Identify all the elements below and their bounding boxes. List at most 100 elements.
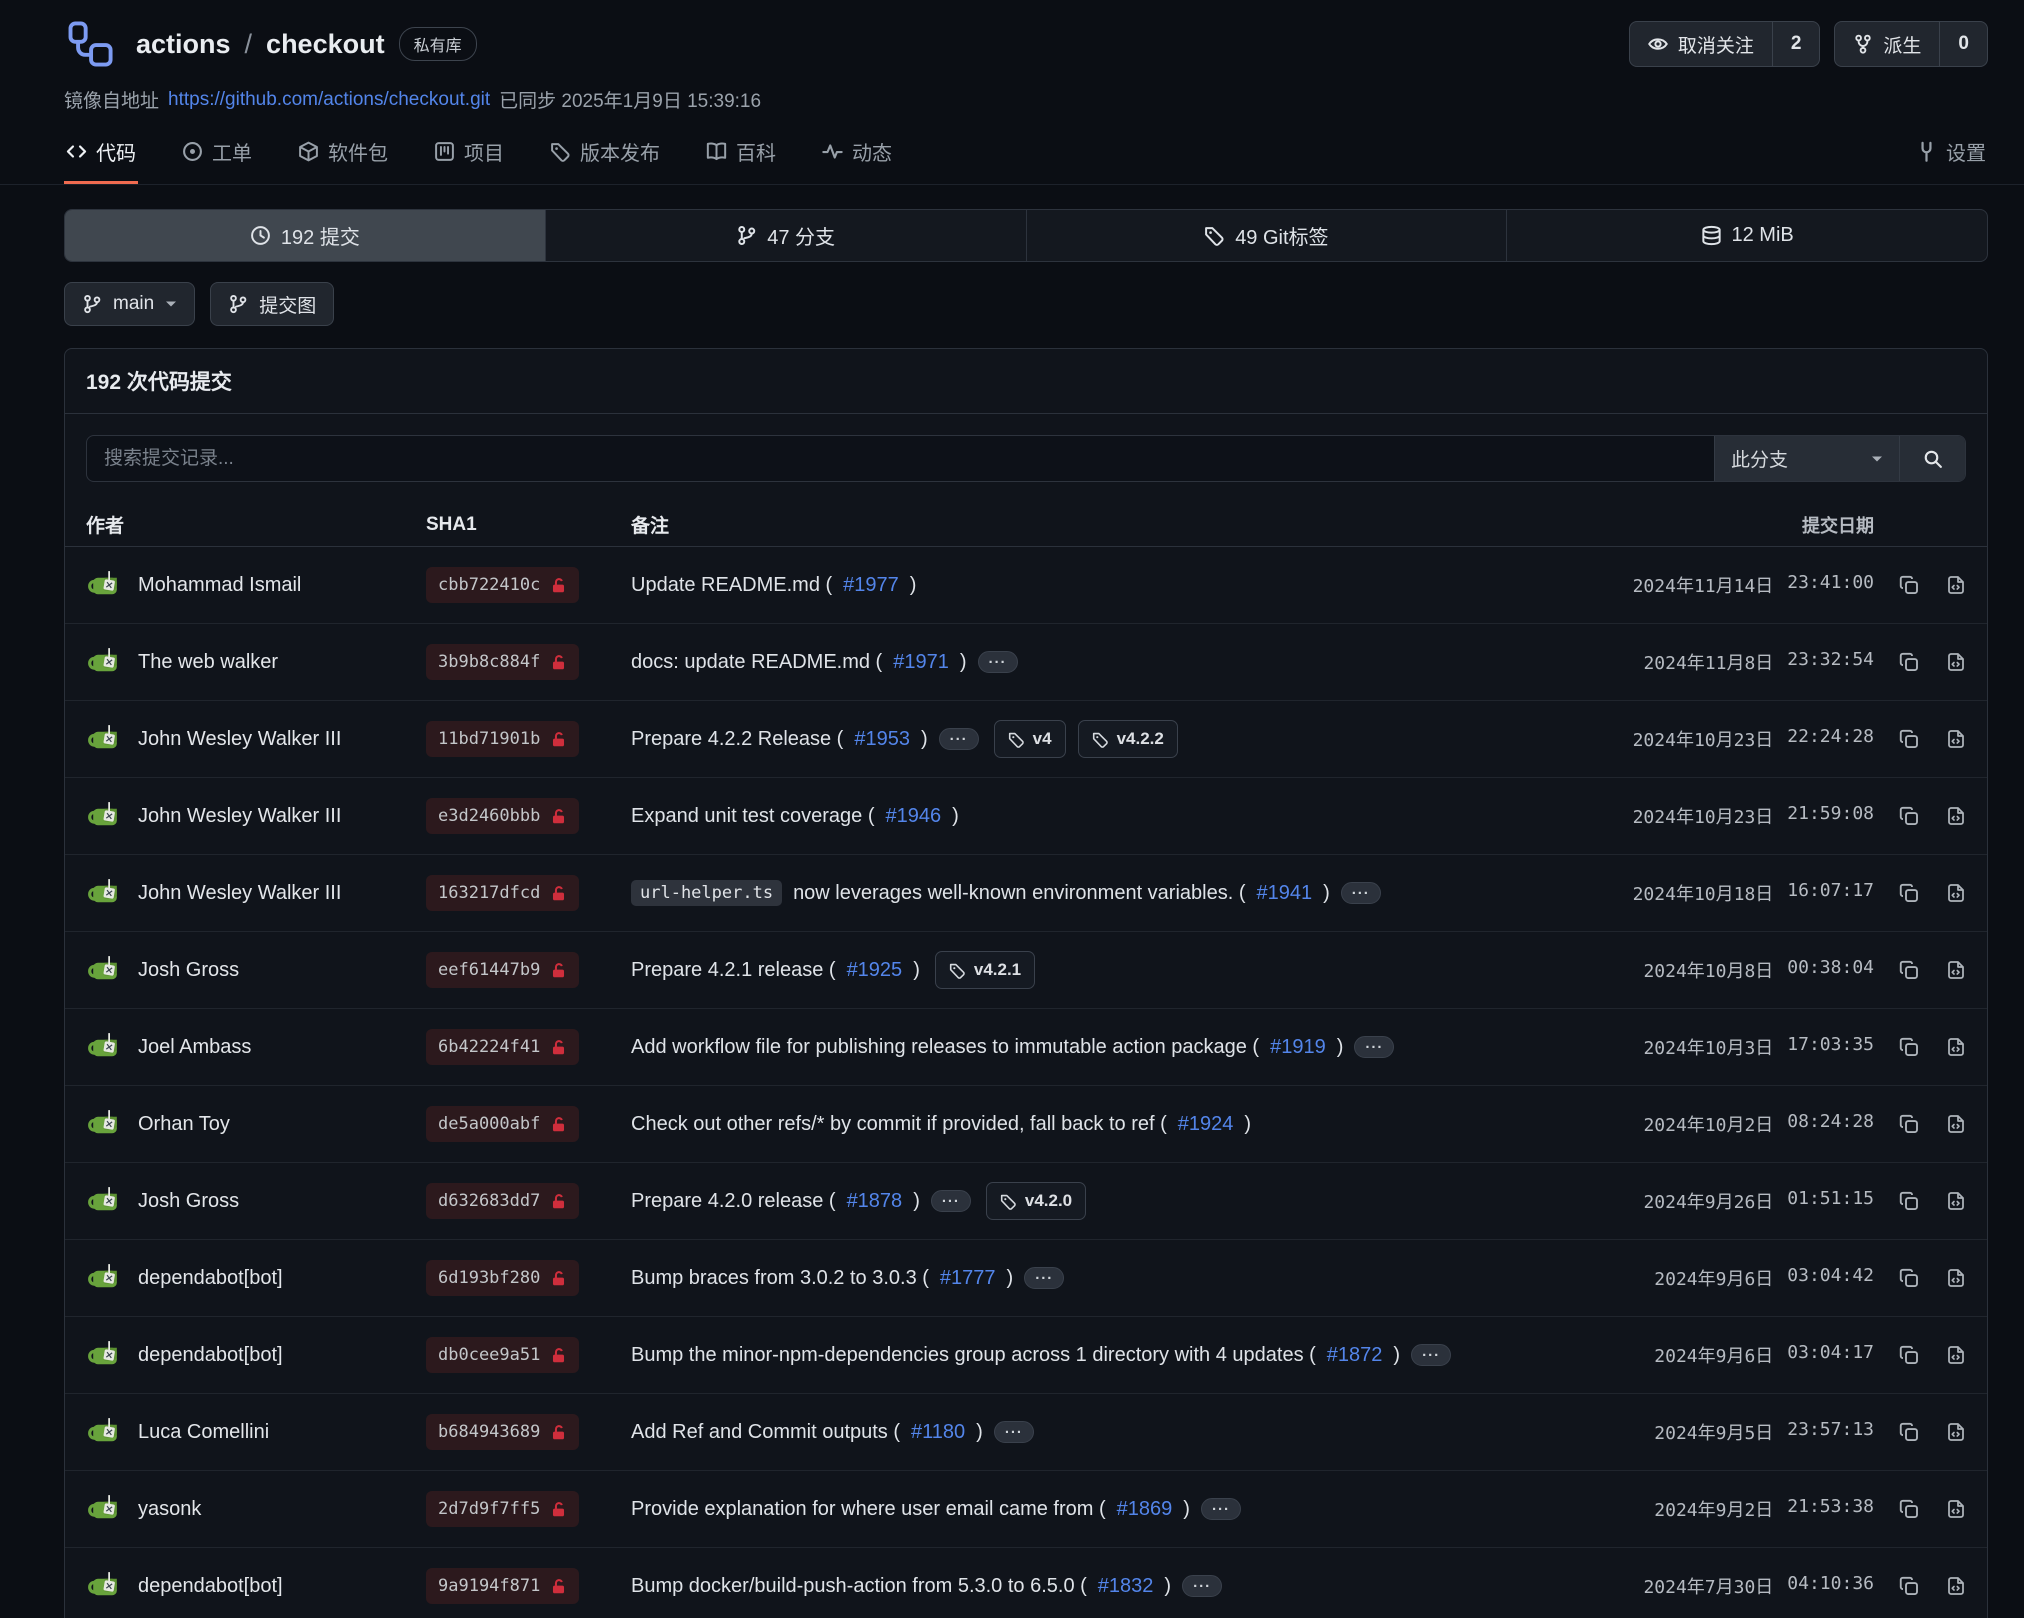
sha-badge[interactable]: 3b9b8c884f bbox=[426, 644, 579, 680]
author-name[interactable]: Luca Comellini bbox=[138, 1421, 269, 1444]
avatar-teacup-icon[interactable] bbox=[86, 875, 123, 912]
pr-link[interactable]: #1180 bbox=[911, 1421, 965, 1444]
stat-size[interactable]: 12 MiB bbox=[1506, 210, 1987, 261]
tab-projects[interactable]: 项目 bbox=[432, 131, 506, 184]
expand-message-button[interactable]: ··· bbox=[1201, 1498, 1241, 1520]
tag-badge[interactable]: v4.2.0 bbox=[986, 1182, 1086, 1220]
copy-sha-icon[interactable] bbox=[1899, 729, 1919, 749]
pr-link[interactable]: #1872 bbox=[1327, 1344, 1383, 1367]
browse-source-icon[interactable] bbox=[1946, 729, 1966, 749]
mirror-url-link[interactable]: https://github.com/actions/checkout.git bbox=[168, 89, 490, 111]
pr-link[interactable]: #1878 bbox=[847, 1190, 903, 1213]
sha-badge[interactable]: 2d7d9f7ff5 bbox=[426, 1491, 579, 1527]
copy-sha-icon[interactable] bbox=[1899, 1345, 1919, 1365]
sha-badge[interactable]: e3d2460bbb bbox=[426, 798, 579, 834]
browse-source-icon[interactable] bbox=[1946, 575, 1966, 595]
tab-code[interactable]: 代码 bbox=[64, 131, 138, 184]
avatar-teacup-icon[interactable] bbox=[86, 1106, 123, 1143]
branch-selector[interactable]: main bbox=[64, 282, 195, 326]
repo-name-link[interactable]: checkout bbox=[266, 29, 385, 60]
sha-badge[interactable]: d632683dd7 bbox=[426, 1183, 579, 1219]
pr-link[interactable]: #1953 bbox=[854, 728, 910, 751]
author-name[interactable]: John Wesley Walker III bbox=[138, 805, 341, 828]
avatar-teacup-icon[interactable] bbox=[86, 952, 123, 989]
sha-badge[interactable]: 6d193bf280 bbox=[426, 1260, 579, 1296]
expand-message-button[interactable]: ··· bbox=[1341, 882, 1381, 904]
sha-badge[interactable]: eef61447b9 bbox=[426, 952, 579, 988]
avatar-teacup-icon[interactable] bbox=[86, 1337, 123, 1374]
pr-link[interactable]: #1869 bbox=[1117, 1498, 1173, 1521]
unwatch-button[interactable]: 取消关注 2 bbox=[1629, 21, 1821, 67]
copy-sha-icon[interactable] bbox=[1899, 575, 1919, 595]
browse-source-icon[interactable] bbox=[1946, 1499, 1966, 1519]
pr-link[interactable]: #1925 bbox=[847, 959, 903, 982]
sha-badge[interactable]: 9a9194f871 bbox=[426, 1568, 579, 1604]
sha-badge[interactable]: db0cee9a51 bbox=[426, 1337, 579, 1373]
commit-graph-button[interactable]: 提交图 bbox=[210, 282, 334, 326]
author-name[interactable]: Josh Gross bbox=[138, 959, 239, 982]
stat-branches[interactable]: 47 分支 bbox=[545, 210, 1026, 261]
sha-badge[interactable]: de5a000abf bbox=[426, 1106, 579, 1142]
stat-tags[interactable]: 49 Git标签 bbox=[1026, 210, 1507, 261]
avatar-teacup-icon[interactable] bbox=[86, 1183, 123, 1220]
tab-packages[interactable]: 软件包 bbox=[296, 131, 390, 184]
pr-link[interactable]: #1977 bbox=[843, 574, 899, 597]
search-submit-button[interactable] bbox=[1899, 436, 1965, 481]
author-name[interactable]: dependabot[bot] bbox=[138, 1267, 283, 1290]
author-name[interactable]: dependabot[bot] bbox=[138, 1575, 283, 1598]
pr-link[interactable]: #1832 bbox=[1098, 1575, 1154, 1598]
author-name[interactable]: Joel Ambass bbox=[138, 1036, 251, 1059]
expand-message-button[interactable]: ··· bbox=[931, 1190, 971, 1212]
copy-sha-icon[interactable] bbox=[1899, 1114, 1919, 1134]
expand-message-button[interactable]: ··· bbox=[994, 1421, 1034, 1443]
expand-message-button[interactable]: ··· bbox=[1411, 1344, 1451, 1366]
browse-source-icon[interactable] bbox=[1946, 652, 1966, 672]
copy-sha-icon[interactable] bbox=[1899, 1576, 1919, 1596]
fork-count[interactable]: 0 bbox=[1939, 22, 1987, 66]
pr-link[interactable]: #1919 bbox=[1270, 1036, 1326, 1059]
tab-settings[interactable]: 设置 bbox=[1914, 131, 1988, 184]
pr-link[interactable]: #1941 bbox=[1257, 882, 1313, 905]
copy-sha-icon[interactable] bbox=[1899, 806, 1919, 826]
avatar-teacup-icon[interactable] bbox=[86, 567, 123, 604]
copy-sha-icon[interactable] bbox=[1899, 1422, 1919, 1442]
repo-owner-link[interactable]: actions bbox=[136, 29, 231, 60]
avatar-teacup-icon[interactable] bbox=[86, 1414, 123, 1451]
stat-commits[interactable]: 192 提交 bbox=[65, 210, 545, 261]
browse-source-icon[interactable] bbox=[1946, 883, 1966, 903]
sha-badge[interactable]: b684943689 bbox=[426, 1414, 579, 1450]
author-name[interactable]: dependabot[bot] bbox=[138, 1344, 283, 1367]
watch-count[interactable]: 2 bbox=[1772, 22, 1820, 66]
author-name[interactable]: Orhan Toy bbox=[138, 1113, 230, 1136]
branch-scope-dropdown[interactable]: 此分支 bbox=[1714, 436, 1899, 481]
tab-activity[interactable]: 动态 bbox=[820, 131, 894, 184]
tag-badge[interactable]: v4.2.1 bbox=[935, 951, 1035, 989]
commit-search-input[interactable] bbox=[87, 436, 1714, 481]
tab-issues[interactable]: 工单 bbox=[180, 131, 254, 184]
tag-badge[interactable]: v4.2.2 bbox=[1078, 720, 1178, 758]
fork-button[interactable]: 派生 0 bbox=[1834, 21, 1988, 67]
copy-sha-icon[interactable] bbox=[1899, 960, 1919, 980]
avatar-teacup-icon[interactable] bbox=[86, 798, 123, 835]
sha-badge[interactable]: 11bd71901b bbox=[426, 721, 579, 757]
tab-wiki[interactable]: 百科 bbox=[704, 131, 778, 184]
author-name[interactable]: Josh Gross bbox=[138, 1190, 239, 1213]
author-name[interactable]: Mohammad Ismail bbox=[138, 574, 301, 597]
pr-link[interactable]: #1946 bbox=[885, 805, 941, 828]
tag-badge[interactable]: v4 bbox=[994, 720, 1066, 758]
expand-message-button[interactable]: ··· bbox=[978, 651, 1018, 673]
expand-message-button[interactable]: ··· bbox=[1182, 1575, 1222, 1597]
tab-releases[interactable]: 版本发布 bbox=[548, 131, 662, 184]
browse-source-icon[interactable] bbox=[1946, 1114, 1966, 1134]
browse-source-icon[interactable] bbox=[1946, 806, 1966, 826]
copy-sha-icon[interactable] bbox=[1899, 652, 1919, 672]
copy-sha-icon[interactable] bbox=[1899, 1191, 1919, 1211]
copy-sha-icon[interactable] bbox=[1899, 1037, 1919, 1057]
browse-source-icon[interactable] bbox=[1946, 1268, 1966, 1288]
copy-sha-icon[interactable] bbox=[1899, 1499, 1919, 1519]
avatar-teacup-icon[interactable] bbox=[86, 1029, 123, 1066]
expand-message-button[interactable]: ··· bbox=[1024, 1267, 1064, 1289]
avatar-teacup-icon[interactable] bbox=[86, 721, 123, 758]
browse-source-icon[interactable] bbox=[1946, 960, 1966, 980]
browse-source-icon[interactable] bbox=[1946, 1576, 1966, 1596]
